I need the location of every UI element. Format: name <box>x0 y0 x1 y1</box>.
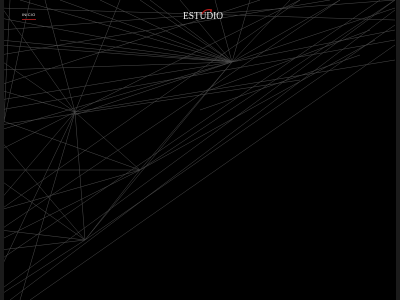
nav-home-underline <box>22 19 36 20</box>
left-frame-edge <box>0 0 4 300</box>
brand-flourish-icon <box>201 9 213 15</box>
brand-logo[interactable]: ESTUDIO <box>183 9 223 23</box>
right-frame-edge <box>396 0 400 300</box>
background-line-art <box>0 0 396 300</box>
nav-home-link[interactable]: INICIO <box>22 12 35 18</box>
page: INICIO ESTUDIO <box>0 0 400 300</box>
